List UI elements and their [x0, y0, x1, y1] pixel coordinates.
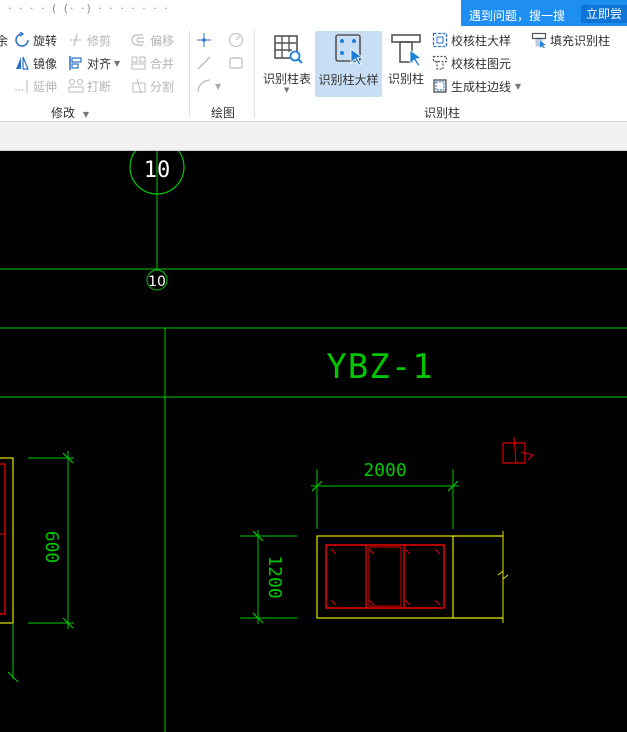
identify-column-table-button[interactable]: 识别柱表 ▼ — [260, 30, 314, 98]
check-detail-label: 校核柱大样 — [451, 33, 512, 48]
dim-width-text: 2000 — [363, 460, 406, 481]
rectangle-icon — [228, 55, 244, 71]
cad-drawing[interactable]: 10 10 YBZ-1 600 2000 1200 — [0, 151, 627, 732]
check-detail-icon — [432, 32, 448, 48]
merge-button[interactable]: 合并 — [131, 53, 174, 73]
align-label: 对齐 — [87, 56, 112, 71]
fill-identify-column-button[interactable]: 填充识别柱 — [531, 30, 610, 50]
gen-edge-dropdown-icon[interactable]: ▼ — [515, 82, 521, 91]
circle-button[interactable] — [228, 30, 247, 50]
trim-label: 修剪 — [87, 33, 112, 48]
drawing-tab-strip — [0, 122, 627, 151]
offset-icon — [131, 32, 147, 48]
modify-expand-icon[interactable]: ▼ — [83, 110, 89, 119]
column-stirrup — [325, 544, 445, 609]
mirror-label: 镜像 — [33, 56, 58, 71]
modify-group-text: 修改 — [51, 106, 76, 120]
move-tool-partial[interactable]: 余 — [0, 30, 8, 50]
line-icon — [196, 55, 212, 71]
identify-column-detail-button[interactable]: 识别柱大样 — [315, 31, 382, 97]
rotate-button[interactable]: 旋转 — [14, 30, 57, 50]
column-label: 识别柱 — [387, 72, 424, 86]
gen-edge-label: 生成柱边线 — [451, 79, 512, 94]
dim-height-text: 1200 — [264, 555, 285, 598]
extend-icon — [14, 78, 30, 94]
point-icon — [196, 32, 212, 48]
align-icon — [68, 55, 84, 71]
rectangle-button[interactable] — [228, 53, 247, 73]
identify-column-button[interactable]: 识别柱 — [384, 30, 428, 98]
window-title: · · · · ( (· ·) · · · · · · · — [8, 2, 170, 15]
rebar-dots — [330, 548, 441, 606]
modify-group-label[interactable]: 修改 ▼ — [51, 104, 89, 121]
column-table-label: 识别柱表 — [262, 72, 311, 86]
column-table-icon — [270, 32, 304, 66]
align-dropdown-icon[interactable]: ▼ — [114, 59, 120, 68]
align-button[interactable]: 对齐 ▼ — [68, 53, 120, 73]
split-icon — [131, 78, 147, 94]
merge-label: 合并 — [150, 56, 175, 71]
identify-column-group-label: 识别柱 — [424, 104, 460, 121]
help-search-bar: 遇到问题，搜一搜 立即尝 — [461, 0, 627, 26]
left-column-rebar — [0, 463, 6, 615]
column-edge-icon — [432, 78, 448, 94]
arc-button[interactable]: ▼ — [196, 76, 221, 96]
break-button[interactable]: 打断 — [68, 76, 111, 96]
split-button[interactable]: 分割 — [131, 76, 174, 96]
point-button[interactable] — [196, 30, 215, 50]
cad-drawing-canvas[interactable]: 10 10 YBZ-1 600 2000 1200 — [0, 151, 627, 732]
axis-small-number: 10 — [148, 274, 166, 290]
left-column-outline — [0, 457, 14, 624]
circle-icon — [228, 32, 244, 48]
detail-title: YBZ-1 — [326, 347, 433, 387]
generate-column-edge-button[interactable]: 生成柱边线 ▼ — [432, 76, 521, 96]
break-icon — [68, 78, 84, 94]
separator — [189, 30, 190, 118]
dim-left-text: 600 — [41, 531, 62, 564]
rotate-icon — [14, 31, 30, 48]
arc-dropdown-icon[interactable]: ▼ — [215, 82, 221, 91]
offset-label: 偏移 — [150, 33, 175, 48]
break-label: 打断 — [87, 79, 112, 94]
trim-icon — [68, 32, 84, 48]
identify-column-group-text: 识别柱 — [424, 106, 461, 120]
line-button[interactable] — [196, 53, 215, 73]
section-marker — [520, 451, 534, 461]
separator — [254, 30, 255, 118]
section-marker — [502, 442, 526, 464]
section-marker — [513, 436, 517, 464]
column-stirrup — [368, 546, 402, 607]
column-detail-label: 识别柱大样 — [318, 73, 379, 87]
axis-circle-number: 10 — [144, 158, 171, 183]
check-column-element-button[interactable]: 校核柱图元 — [432, 53, 511, 73]
draw-group-label: 绘图 — [211, 104, 235, 121]
break-line — [497, 569, 509, 581]
arc-icon — [196, 78, 212, 94]
mirror-icon — [14, 55, 30, 71]
try-now-button[interactable]: 立即尝 — [581, 5, 627, 23]
check-column-detail-button[interactable]: 校核柱大样 — [432, 30, 511, 50]
check-element-label: 校核柱图元 — [451, 56, 512, 71]
column-detail-icon — [332, 33, 366, 67]
split-label: 分割 — [150, 79, 175, 94]
column-table-dropdown-icon[interactable]: ▼ — [284, 86, 289, 94]
fill-identify-icon — [531, 32, 547, 49]
offset-button[interactable]: 偏移 — [131, 30, 174, 50]
extend-button[interactable]: 延伸 — [14, 76, 57, 96]
trim-button[interactable]: 修剪 — [68, 30, 111, 50]
fill-identify-label: 填充识别柱 — [550, 33, 611, 48]
ribbon-toolbar: 余 旋转 修剪 偏移 镜像 对齐 ▼ 合并 延伸 打断 分割 修改 ▼ ▼ 绘图… — [0, 26, 627, 122]
mirror-button[interactable]: 镜像 — [14, 53, 57, 73]
merge-icon — [131, 55, 147, 71]
check-element-icon — [432, 55, 448, 71]
rotate-label: 旋转 — [33, 33, 58, 48]
help-search-text[interactable]: 遇到问题，搜一搜 — [469, 7, 565, 24]
extend-label: 延伸 — [33, 79, 58, 94]
title-bar: · · · · ( (· ·) · · · · · · · 遇到问题，搜一搜 立… — [0, 0, 627, 26]
column-icon — [389, 32, 423, 67]
draw-group-text: 绘图 — [211, 106, 236, 120]
